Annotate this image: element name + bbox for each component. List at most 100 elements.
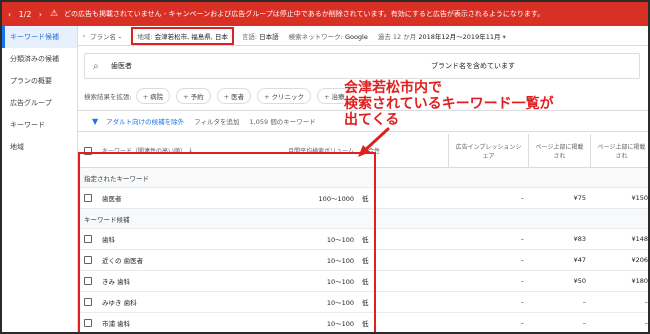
keyword-search-input[interactable]: ⌕ 歯医者 ブランド名を含めています [84, 53, 640, 79]
period-label: 過去 12 か月 [377, 32, 417, 41]
checkbox-icon [84, 235, 92, 243]
row-checkbox[interactable] [78, 188, 98, 208]
chip-expand[interactable]: + 医者 [216, 88, 252, 104]
volume-cell: 10〜100 [326, 299, 354, 307]
competition-cell: 低 [362, 278, 369, 286]
plus-icon: + [223, 93, 230, 101]
table-row: 市浦 歯科 10〜100 低 – – – [78, 313, 648, 332]
sidebar-item-locations[interactable]: 地域 [2, 136, 77, 158]
chip-expand[interactable]: + 予約 [176, 88, 211, 104]
banner-message: どの広告も掲載されていません - キャンペーンおよび広告グループは停止中であるか… [64, 10, 545, 18]
keyword-cell: 歯医者 [102, 195, 122, 203]
impression-share-cell: – [520, 256, 524, 264]
sidebar-item-label: 広告グループ [10, 99, 52, 107]
network-filter[interactable]: 検索ネットワーク: Google [289, 31, 368, 41]
annotation-arrow-icon [358, 127, 390, 157]
impression-share-cell: – [520, 235, 524, 243]
chip-label: 病院 [150, 93, 164, 101]
volume-cell: 100〜1000 [318, 195, 354, 203]
network-label: 検索ネットワーク: [288, 32, 343, 41]
add-filter-button[interactable]: フィルタを追加 [194, 116, 239, 126]
language-filter[interactable]: 言語: 日本語 [242, 31, 279, 41]
competition-cell: 低 [362, 257, 369, 265]
annotation-callout: 会津若松市内で 検索されているキーワード一覧が 出てくる [344, 80, 554, 128]
row-checkbox[interactable] [78, 250, 98, 270]
keyword-cell: みゆき 歯科 [102, 299, 137, 307]
column-header-volume[interactable]: 月間平均検索ボリューム [258, 134, 358, 167]
notification-banner: ‹ 1/2 › ⚠ どの広告も掲載されていません - キャンペーンおよび広告グル… [2, 2, 648, 26]
brand-toggle[interactable]: ブランド名を含めています [431, 61, 515, 71]
bid-low-cell: – [582, 298, 586, 306]
keyword-cell: 市浦 歯科 [102, 320, 131, 328]
plan-name-value: – [118, 32, 122, 41]
location-filter[interactable]: 地域: 会津若松市, 福島県, 日本 [131, 26, 234, 45]
period-filter[interactable]: 過去 12 か月 2018年12月〜2019年11月 ▾ [378, 31, 506, 41]
checkbox-icon [84, 194, 92, 202]
plus-icon: + [324, 93, 330, 101]
bid-high-cell: ¥150 [631, 194, 648, 202]
network-value: Google [344, 32, 368, 41]
group-label-provided: 指定されたキーワード [78, 168, 648, 188]
bid-low-cell: ¥75 [573, 194, 586, 202]
bid-high-cell: ¥206 [631, 256, 648, 264]
bid-low-cell: – [582, 319, 586, 327]
row-checkbox[interactable] [78, 292, 98, 312]
exclude-adult-filter[interactable]: アダルト向けの候補を除外 [106, 116, 184, 126]
competition-cell: 低 [362, 320, 369, 328]
sidebar-item-plan-overview[interactable]: プランの概要 [2, 70, 77, 92]
chip-label: 治療 [331, 93, 345, 101]
select-all-checkbox[interactable] [78, 134, 98, 167]
column-header-bid-high[interactable]: ページ上部に掲載され [590, 134, 648, 167]
column-header-bid-low[interactable]: ページ上部に掲載され [528, 134, 590, 167]
competition-cell: 低 [362, 236, 369, 244]
bid-low-cell: ¥83 [573, 235, 586, 243]
volume-cell: 10〜100 [326, 236, 354, 244]
competition-cell: 低 [362, 299, 369, 307]
chip-expand[interactable]: + クリニック [257, 88, 312, 104]
table-row: 歯科 10〜100 低 – ¥83 ¥148 [78, 229, 648, 250]
language-label: 言語: [241, 32, 258, 41]
impression-share-cell: – [520, 194, 524, 202]
prev-icon[interactable]: ‹ [8, 10, 11, 19]
sidebar-item-label: 地域 [10, 143, 24, 151]
period-value: 2018年12月〜2019年11月 [418, 32, 501, 41]
language-value: 日本語 [259, 32, 279, 41]
impression-share-cell: – [520, 298, 524, 306]
banner-pager-count: 1/2 [18, 9, 32, 19]
bid-high-cell: ¥180 [631, 277, 648, 285]
plan-name-filter[interactable]: プラン名 – [90, 31, 121, 41]
bid-low-cell: ¥47 [573, 256, 586, 264]
chip-expand[interactable]: + 病院 [135, 88, 171, 104]
banner-pager: ‹ 1/2 › [2, 10, 48, 19]
bid-high-cell: – [644, 319, 648, 327]
row-checkbox[interactable] [78, 229, 98, 249]
column-header-keyword[interactable]: キーワード（関連性の高い順） ↓ [98, 134, 258, 167]
column-header-impression-share[interactable]: 広告インプレッションシェア [448, 134, 528, 167]
row-checkbox[interactable] [78, 313, 98, 332]
competition-cell: 低 [362, 195, 369, 203]
sidebar-item-label: キーワード候補 [10, 33, 59, 41]
impression-share-cell: – [520, 319, 524, 327]
filter-icon[interactable]: ▼ [92, 117, 98, 126]
plus-icon: + [142, 93, 149, 101]
row-checkbox[interactable] [78, 271, 98, 291]
sidebar-item-keywords[interactable]: キーワード [2, 114, 77, 136]
sidebar-item-ad-groups[interactable]: 広告グループ [2, 92, 77, 114]
location-label: 地域: [137, 32, 153, 41]
expand-results-label: 検索結果を拡張: [84, 93, 132, 101]
warning-icon: ⚠ [49, 9, 59, 19]
checkbox-icon [84, 146, 92, 155]
plan-filter-bar: ‹ プラン名 – 地域: 会津若松市, 福島県, 日本 言語: 日本語 検索ネッ… [78, 26, 648, 46]
sidebar-item-grouped-ideas[interactable]: 分類済みの候補 [2, 48, 77, 70]
chevron-left-icon[interactable]: ‹ [78, 32, 90, 40]
next-icon[interactable]: › [39, 10, 42, 19]
volume-cell: 10〜100 [326, 320, 354, 328]
bid-low-cell: ¥50 [573, 277, 586, 285]
sidebar-item-label: キーワード [10, 121, 45, 129]
search-icon: ⌕ [93, 60, 99, 72]
chevron-down-icon: ▾ [502, 32, 506, 41]
plus-icon: + [183, 93, 189, 101]
keyword-table: キーワード（関連性の高い順） ↓ 月間平均検索ボリューム 競合性 広告インプレッ… [78, 134, 648, 332]
table-row: 歯医者 100〜1000 低 – ¥75 ¥150 [78, 188, 648, 209]
sidebar-item-keyword-ideas[interactable]: キーワード候補 [2, 26, 77, 48]
